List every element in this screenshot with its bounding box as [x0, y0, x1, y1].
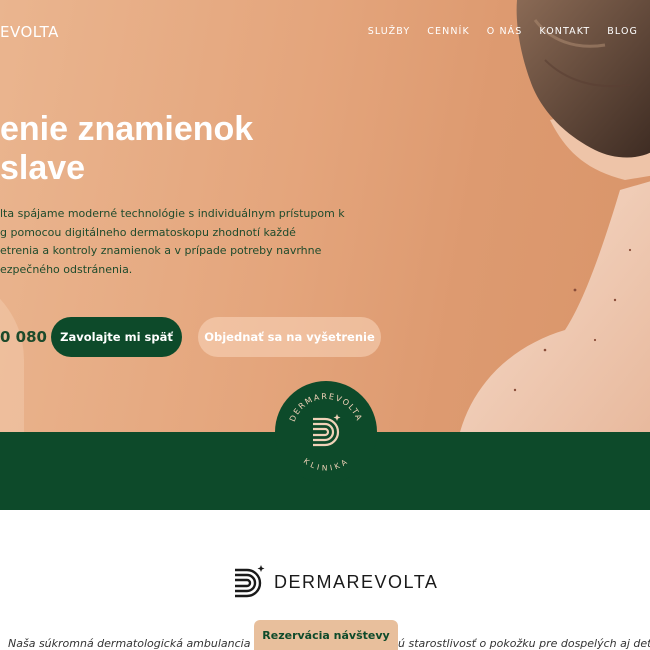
- reservation-button[interactable]: Rezervácia návštevy: [254, 620, 398, 650]
- hero-woman-photo: [460, 0, 650, 432]
- nav-item-blog[interactable]: BLOG: [607, 26, 638, 37]
- hero-lead-line-1: lta spájame moderné technológie s indivi…: [0, 207, 345, 220]
- brand-name: DERMAREVOLTA: [274, 571, 439, 592]
- hero-decorative-arc: [0, 270, 24, 432]
- book-exam-button[interactable]: Objednať sa na vyšetrenie: [198, 317, 381, 357]
- hero-section: EVOLTA SLUŽBY CENNÍK O NÁS KONTAKT BLOG …: [0, 0, 650, 432]
- call-back-button[interactable]: Zavolajte mi späť: [51, 317, 182, 357]
- hero-lead-line-3: etrenia a kontroly znamienok a v prípade…: [0, 244, 322, 257]
- nav-item-kontakt[interactable]: KONTAKT: [539, 26, 590, 37]
- nav-item-sluzby[interactable]: SLUŽBY: [368, 26, 411, 37]
- intro-text-left: Naša súkromná dermatologická ambulancia …: [8, 637, 272, 650]
- hero-title-line-2: slave: [0, 149, 86, 187]
- hero-lead-text: lta spájame moderné technológie s indivi…: [0, 205, 360, 279]
- hero-title: enie znamienok slave: [0, 110, 253, 188]
- hero-title-line-1: enie znamienok: [0, 110, 254, 148]
- clinic-badge: DERMAREVOLTA KLINIKA: [275, 381, 377, 483]
- phone-number-link[interactable]: 0 080: [0, 328, 47, 346]
- header-logo[interactable]: EVOLTA: [0, 23, 59, 41]
- nav-item-o-nas[interactable]: O NÁS: [487, 26, 523, 37]
- hero-lead-line-2: g pomocou digitálneho dermatoskopu zhodn…: [0, 225, 296, 239]
- intro-text-right: ú starostlivosť o pokožku pre dospelých …: [398, 637, 650, 650]
- brand-logo: DERMAREVOLTA: [233, 564, 438, 600]
- hero-lead-line-4: ezpečného odstránenia.: [0, 262, 133, 276]
- main-nav: SLUŽBY CENNÍK O NÁS KONTAKT BLOG: [368, 26, 638, 37]
- nav-item-cennik[interactable]: CENNÍK: [427, 26, 469, 37]
- brand-mark-icon: [235, 565, 265, 598]
